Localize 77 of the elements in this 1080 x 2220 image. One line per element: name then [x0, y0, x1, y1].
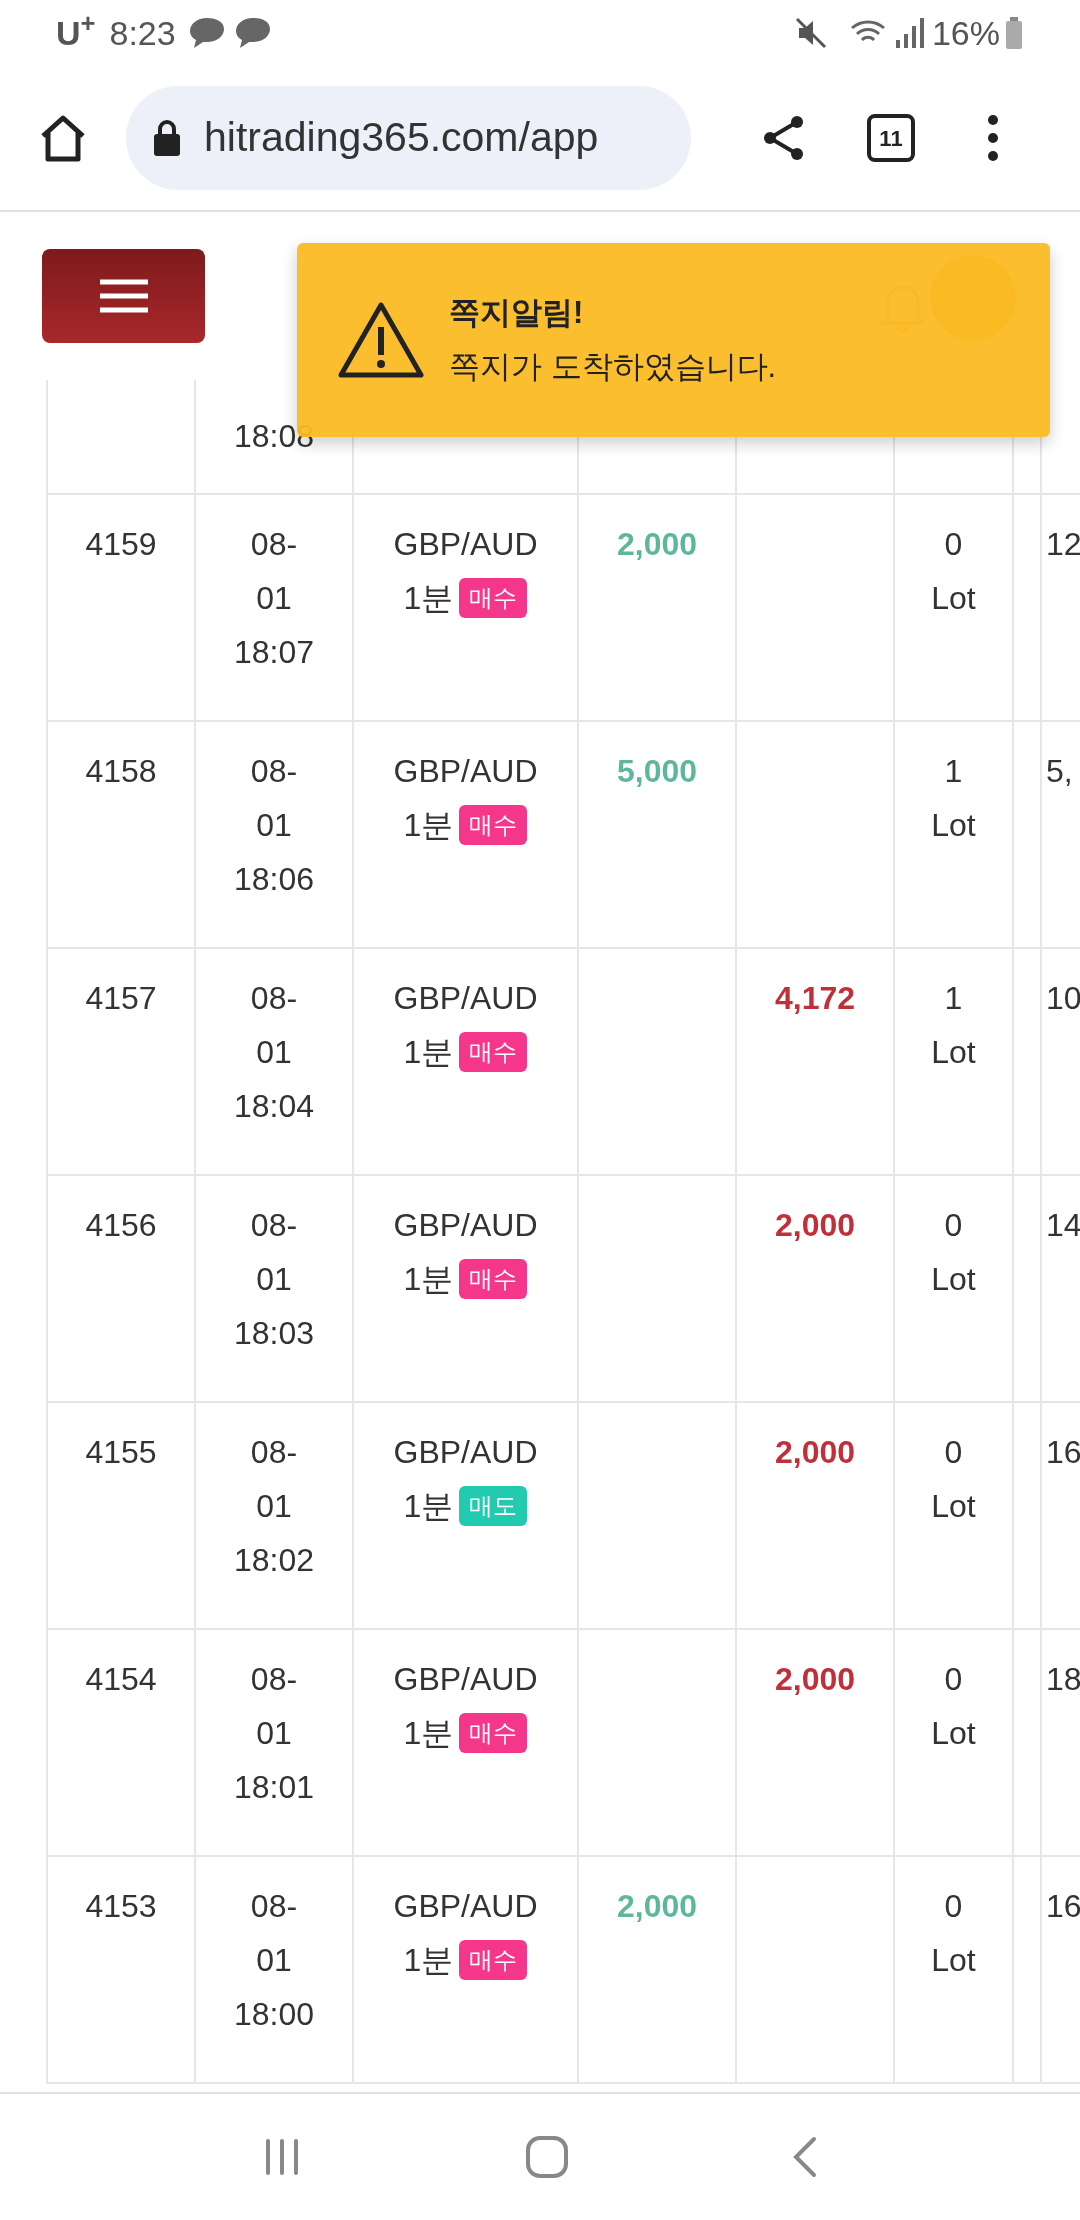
table-cell-text: 18:08 [233, 417, 315, 456]
side-badge: 매수 [459, 805, 528, 845]
table-cell-text: 1분 [403, 1033, 454, 1072]
table-cell-text: 4158 [85, 752, 157, 791]
table-cell-text: 0 Lot [930, 1433, 977, 1526]
url-text: hitrading365.com/app [204, 113, 599, 163]
side-badge: 매수 [459, 1940, 528, 1980]
table-cell-text: 08-01 18:01 [233, 1660, 315, 1807]
table-cell-text: 0 Lot [930, 1887, 977, 1980]
table-cell-text: 18 [1046, 1660, 1080, 1699]
table-cell-text: 4159 [85, 525, 157, 564]
table-cell-text: GBP/AUD [393, 1206, 538, 1245]
table-cell-text: 4154 [85, 1660, 157, 1699]
carrier-label: U$^{+}$ [56, 7, 96, 54]
table-cell-text: GBP/AUD [393, 752, 538, 791]
side-badge: 매수 [459, 1032, 528, 1072]
table-cell-text: GBP/AUD [393, 525, 538, 564]
side-badge: 매수 [459, 1713, 528, 1753]
table-cell-text: 14 [1046, 1206, 1080, 1245]
table-cell-text: 08-01 18:03 [233, 1206, 315, 1353]
table-cell-text: 1 Lot [930, 979, 977, 1072]
table-cell-text: 4157 [85, 979, 157, 1018]
chat-icon [187, 16, 226, 50]
table-cell-text: 4155 [85, 1433, 157, 1472]
table-cell-text: 1분 [403, 1260, 454, 1299]
table-cell-text: 08-01 18:04 [233, 979, 315, 1126]
back-icon[interactable] [792, 2135, 819, 2179]
signal-icon [893, 16, 924, 50]
table-cell-text: GBP/AUD [393, 1433, 538, 1472]
address-bar[interactable]: hitrading365.com/app [126, 86, 691, 190]
table-cell-text: 16 [1046, 1887, 1080, 1926]
home-button-icon[interactable] [525, 2135, 569, 2179]
table-cell-text: 5, [1046, 752, 1073, 791]
toast-message: 쪽지가 도착하였습니다. [449, 348, 777, 386]
table-cell-text: 5,000 [616, 752, 698, 791]
table-cell-text: GBP/AUD [393, 1887, 538, 1926]
more-icon[interactable] [985, 114, 1001, 162]
lock-icon [152, 119, 182, 157]
table-cell-text: 16 [1046, 1433, 1080, 1472]
table-cell-text: 4153 [85, 1887, 157, 1926]
talk-icon [233, 16, 272, 50]
table-cell-text: GBP/AUD [393, 1660, 538, 1699]
table-cell-text: 1분 [403, 1487, 454, 1526]
table-cell-text: 0 Lot [930, 1660, 977, 1753]
clock: 8:23 [109, 12, 176, 54]
warning-icon [337, 301, 425, 379]
table-cell-text: 1분 [403, 1941, 454, 1980]
table-cell-text: 08-01 18:02 [233, 1433, 315, 1580]
side-badge: 매수 [459, 578, 528, 618]
table-cell-text: 2,000 [774, 1660, 856, 1699]
table-cell-text: 08-01 18:06 [233, 752, 315, 899]
table-cell-text: 4156 [85, 1206, 157, 1245]
table-cell-text: 4,172 [774, 979, 856, 1018]
table-cell-text: 2,000 [616, 1887, 698, 1926]
table-cell-text: 0 Lot [930, 525, 977, 618]
table-cell-text: 1분 [403, 806, 454, 845]
menu-icon [99, 279, 148, 313]
table-cell-text: GBP/AUD [393, 979, 538, 1018]
menu-button[interactable] [42, 249, 205, 343]
table-cell-text: 2,000 [774, 1433, 856, 1472]
side-badge: 매도 [459, 1486, 528, 1526]
table-cell-text: 1 Lot [930, 752, 977, 845]
battery-icon [1004, 16, 1024, 50]
mute-icon [793, 16, 828, 50]
table-cell-text: 1분 [403, 1714, 454, 1753]
table-cell-text: 12 [1046, 525, 1080, 564]
table-cell-text: 08-01 18:07 [233, 525, 315, 672]
table-cell-text: 2,000 [616, 525, 698, 564]
battery-level: 16% [931, 12, 1000, 54]
table-cell-text: 0 Lot [930, 1206, 977, 1299]
table-cell-text: 08-01 18:00 [233, 1887, 315, 2034]
tab-count-button[interactable]: 11 [867, 114, 915, 162]
table-cell-text: 1분 [403, 579, 454, 618]
table-cell-text: 2,000 [774, 1206, 856, 1245]
side-badge: 매수 [459, 1259, 528, 1299]
toast-title: 쪽지알림! [449, 293, 585, 332]
table-cell-text: 10 [1046, 979, 1080, 1018]
